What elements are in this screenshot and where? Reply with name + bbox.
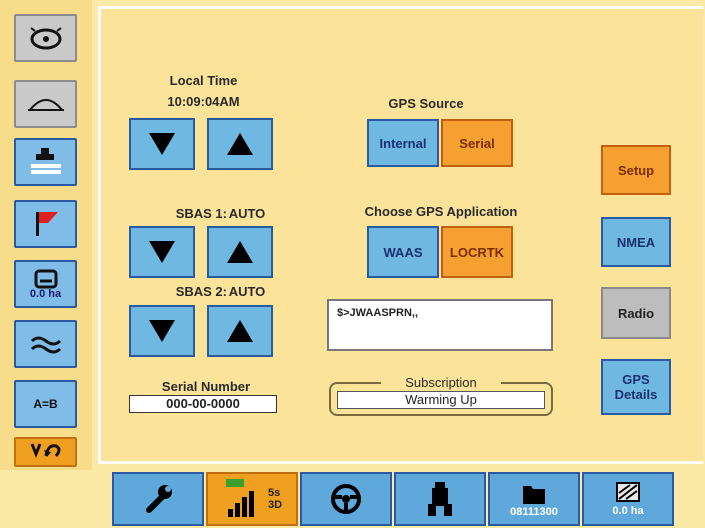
satellite-count: 5s	[267, 487, 281, 499]
arrow-down-icon	[149, 133, 175, 155]
signal-bars-icon	[225, 479, 254, 517]
arrow-up-icon	[227, 241, 253, 263]
gps-source-serial-button[interactable]: Serial	[441, 119, 513, 167]
area-label: 0.0 ha	[29, 287, 62, 300]
vehicle-button[interactable]	[394, 472, 486, 526]
wave-icon	[30, 336, 61, 354]
gps-source-internal-button[interactable]: Internal	[367, 119, 439, 167]
sidebar-item-area[interactable]: 0.0 ha	[14, 260, 77, 308]
subscription-label: Subscription	[381, 375, 501, 390]
nmea-message-box: $>JWAASPRN,,	[327, 299, 553, 351]
arrow-down-icon	[149, 320, 175, 342]
sbas1-up-button[interactable]	[207, 226, 273, 278]
sidebar-item-dome[interactable]	[14, 80, 77, 128]
subscription-status: Warming Up	[337, 391, 545, 409]
gps-app-locrtk-button[interactable]: LOCRTK	[441, 226, 513, 278]
gps-status-button[interactable]: 5s 3D	[206, 472, 298, 526]
serial-number-label: Serial Number	[161, 379, 251, 394]
gps-app-waas-button[interactable]: WAAS	[367, 226, 439, 278]
time-up-button[interactable]	[207, 118, 273, 170]
sidebar-item-steering[interactable]	[14, 14, 77, 62]
sbas2-label: SBAS 2:	[175, 284, 227, 299]
radio-button[interactable]: Radio	[601, 287, 671, 339]
wrench-icon	[146, 485, 172, 513]
folder-icon	[523, 486, 545, 504]
sidebar-item-flag[interactable]	[14, 200, 77, 248]
local-time-value: 10:09:04AM	[167, 94, 240, 109]
fix-type: 3D	[267, 499, 283, 511]
steering-button[interactable]	[300, 472, 392, 526]
steering-wheel-icon	[331, 484, 361, 514]
arrow-up-icon	[227, 320, 253, 342]
sidebar-item-ab-line[interactable]: A=B	[14, 380, 77, 428]
settings-button[interactable]	[112, 472, 204, 526]
area-counter-icon	[34, 269, 57, 288]
area-value: 0.0 ha	[612, 505, 644, 517]
local-time-label: Local Time	[169, 73, 238, 88]
arrow-down-icon	[149, 241, 175, 263]
sbas2-value: AUTO	[228, 284, 266, 299]
bottom-toolbar: 5s 3D 08111300 0.0 ha	[96, 470, 705, 528]
main-panel: Local Time 10:09:04AM SBAS 1: AUTO SBAS …	[98, 6, 703, 464]
arrow-up-icon	[227, 133, 253, 155]
dome-icon	[27, 99, 64, 111]
sidebar-item-implement[interactable]	[14, 138, 77, 186]
undo-icon	[30, 443, 60, 459]
time-down-button[interactable]	[129, 118, 195, 170]
ab-line-icon: A=B	[33, 396, 58, 411]
sbas2-up-button[interactable]	[207, 305, 273, 357]
sidebar-item-wave[interactable]	[14, 320, 77, 368]
sbas1-down-button[interactable]	[129, 226, 195, 278]
serial-number-value: 000-00-0000	[129, 395, 277, 413]
steering-wheel-icon	[29, 27, 62, 50]
flag-icon	[35, 212, 58, 236]
left-sidebar: 0.0 ha A=B	[0, 0, 92, 470]
sbas2-down-button[interactable]	[129, 305, 195, 357]
setup-button[interactable]: Setup	[601, 145, 671, 195]
gps-source-label: GPS Source	[388, 96, 464, 111]
sbas1-label: SBAS 1:	[175, 206, 227, 221]
field-area-icon	[616, 482, 640, 502]
sidebar-item-undo[interactable]	[14, 437, 77, 467]
file-button[interactable]: 08111300	[488, 472, 580, 526]
gps-details-button[interactable]: GPS Details	[601, 359, 671, 415]
nmea-button[interactable]: NMEA	[601, 217, 671, 267]
area-button[interactable]: 0.0 ha	[582, 472, 674, 526]
gps-application-label: Choose GPS Application	[364, 204, 518, 219]
sbas1-value: AUTO	[228, 206, 266, 221]
tractor-implement-icon	[30, 148, 61, 174]
file-name: 08111300	[510, 506, 558, 518]
tractor-icon	[428, 482, 452, 516]
